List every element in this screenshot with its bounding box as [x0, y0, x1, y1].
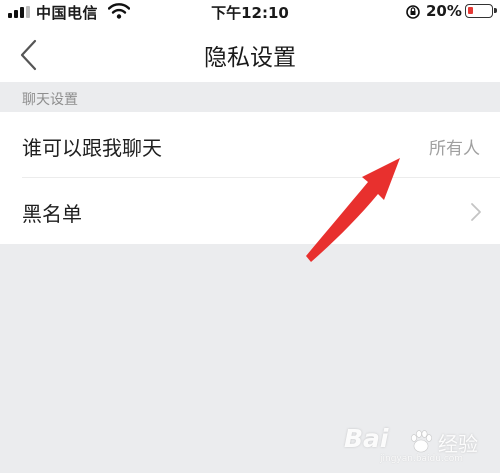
watermark-url: jingyan.baidu.com — [380, 454, 464, 464]
paw-logo-icon — [411, 430, 432, 453]
settings-list: 谁可以跟我聊天 所有人 黑名单 — [0, 112, 500, 244]
list-item-label: 黑名单 — [22, 202, 82, 226]
chevron-right-icon — [471, 203, 481, 221]
page-title: 隐私设置 — [204, 45, 296, 71]
section-header: 聊天设置 — [22, 92, 78, 108]
rotation-lock-icon — [406, 5, 420, 19]
list-item-blacklist[interactable]: 黑名单 — [0, 178, 500, 244]
list-item-value: 所有人 — [429, 139, 480, 159]
status-time: 下午12:10 — [211, 4, 289, 22]
watermark: Bai 经验 jingyan.baidu.com — [344, 422, 494, 466]
status-bar: 中国电信 下午12:10 20% — [0, 0, 500, 24]
watermark-brand: Bai — [344, 424, 389, 453]
header-area: 中国电信 下午12:10 20% 隐私设置 — [0, 0, 500, 82]
list-item-who-can-chat[interactable]: 谁可以跟我聊天 所有人 — [0, 112, 500, 178]
watermark-suffix: 经验 — [438, 432, 478, 456]
battery-icon — [465, 4, 497, 18]
list-item-label: 谁可以跟我聊天 — [22, 136, 162, 160]
battery-percent: 20% — [426, 2, 462, 20]
battery-fill — [468, 7, 473, 14]
